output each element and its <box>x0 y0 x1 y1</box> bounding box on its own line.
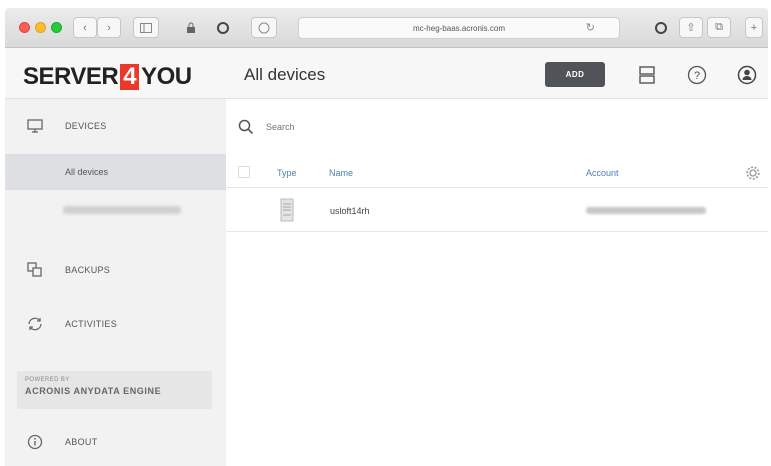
sidebar-toggle-button[interactable] <box>133 17 159 38</box>
add-button[interactable]: ADD <box>545 62 605 87</box>
help-button[interactable]: ? <box>684 62 710 88</box>
extension-circle-icon <box>655 21 667 34</box>
sync-icon <box>25 314 45 334</box>
sidebar: SERVER 4 YOU DEVICES All devices BACKUPS… <box>5 48 226 466</box>
sidebar-item-backups-label: BACKUPS <box>65 265 111 275</box>
sidebar-item-about[interactable]: ABOUT <box>5 426 226 458</box>
back-button[interactable]: ‹ <box>73 17 97 38</box>
info-button[interactable] <box>251 17 277 38</box>
search-bar <box>238 112 466 142</box>
extension-button-2[interactable] <box>649 17 673 38</box>
search-input[interactable] <box>266 122 466 132</box>
info-icon <box>25 432 45 452</box>
search-icon[interactable] <box>238 119 254 135</box>
sidebar-item-backups[interactable]: BACKUPS <box>5 254 226 286</box>
server-icon <box>280 198 294 224</box>
sidebar-item-devices[interactable]: DEVICES <box>5 108 226 144</box>
table-row[interactable]: usloft14rh <box>226 190 768 232</box>
logo-area: SERVER 4 YOU <box>5 48 226 99</box>
server-stack-icon <box>639 66 655 84</box>
new-tab-button[interactable]: + <box>745 17 763 38</box>
browser-toolbar: ‹ › mc-heg-baas.acronis.com ↻ ⇧ ⧉ + <box>5 8 768 48</box>
close-window-button[interactable] <box>19 22 30 33</box>
blurred-label <box>63 206 181 214</box>
logo-text-left: SERVER <box>23 63 119 90</box>
help-icon: ? <box>687 65 707 85</box>
brand-logo[interactable]: SERVER 4 YOU <box>23 63 192 91</box>
reload-icon[interactable]: ↻ <box>586 21 595 34</box>
monitor-icon <box>25 116 45 136</box>
powered-by-caption: POWERED BY <box>25 377 70 383</box>
chevron-right-icon: › <box>107 21 111 34</box>
chevron-left-icon: ‹ <box>83 21 87 34</box>
lock-icon <box>187 22 195 33</box>
maximize-window-button[interactable] <box>51 22 62 33</box>
column-header-type[interactable]: Type <box>277 168 297 178</box>
tabs-icon: ⧉ <box>715 21 723 33</box>
device-name[interactable]: usloft14rh <box>330 206 370 216</box>
plus-icon: + <box>750 21 758 34</box>
extension-circle-icon <box>217 21 229 34</box>
sidebar-icon <box>140 22 152 33</box>
device-layout-button[interactable] <box>634 62 660 88</box>
sidebar-item-devices-label: DEVICES <box>65 121 107 131</box>
share-button[interactable]: ⇧ <box>679 17 703 38</box>
forward-button[interactable]: › <box>97 17 121 38</box>
column-settings-button[interactable] <box>746 166 760 182</box>
page-title: All devices <box>244 65 326 84</box>
sidebar-item-activities[interactable]: ACTIVITIES <box>5 308 226 340</box>
column-header-name[interactable]: Name <box>329 168 353 178</box>
tabs-button[interactable]: ⧉ <box>707 17 731 38</box>
sidebar-subitem-label: All devices <box>65 167 109 177</box>
sidebar-item-activities-label: ACTIVITIES <box>65 319 118 329</box>
extension-button[interactable] <box>211 17 235 38</box>
logo-text-right: YOU <box>141 63 192 90</box>
select-all-checkbox[interactable] <box>238 166 250 178</box>
user-icon <box>737 65 757 85</box>
powered-by-badge: POWERED BY ACRONIS ANYDATA ENGINE <box>17 371 212 409</box>
sidebar-subitem-group[interactable] <box>5 192 226 228</box>
svg-text:?: ? <box>694 70 700 82</box>
info-icon <box>258 22 270 33</box>
devices-table-header: Type Name Account <box>226 160 768 188</box>
url-text: mc-heg-baas.acronis.com <box>412 23 506 33</box>
backups-icon <box>25 260 45 280</box>
url-bar[interactable]: mc-heg-baas.acronis.com ↻ <box>298 17 620 39</box>
minimize-window-button[interactable] <box>35 22 46 33</box>
powered-by-engine: ACRONIS ANYDATA ENGINE <box>25 386 162 396</box>
share-icon: ⇧ <box>686 22 696 34</box>
lock-button[interactable] <box>179 17 203 38</box>
logo-number: 4 <box>120 64 140 90</box>
account-button[interactable] <box>734 62 760 88</box>
gear-icon <box>746 166 760 180</box>
account-blurred <box>586 207 706 214</box>
column-header-account[interactable]: Account <box>586 168 619 178</box>
sidebar-item-about-label: ABOUT <box>65 437 98 447</box>
sidebar-subitem-all-devices[interactable]: All devices <box>5 154 226 190</box>
